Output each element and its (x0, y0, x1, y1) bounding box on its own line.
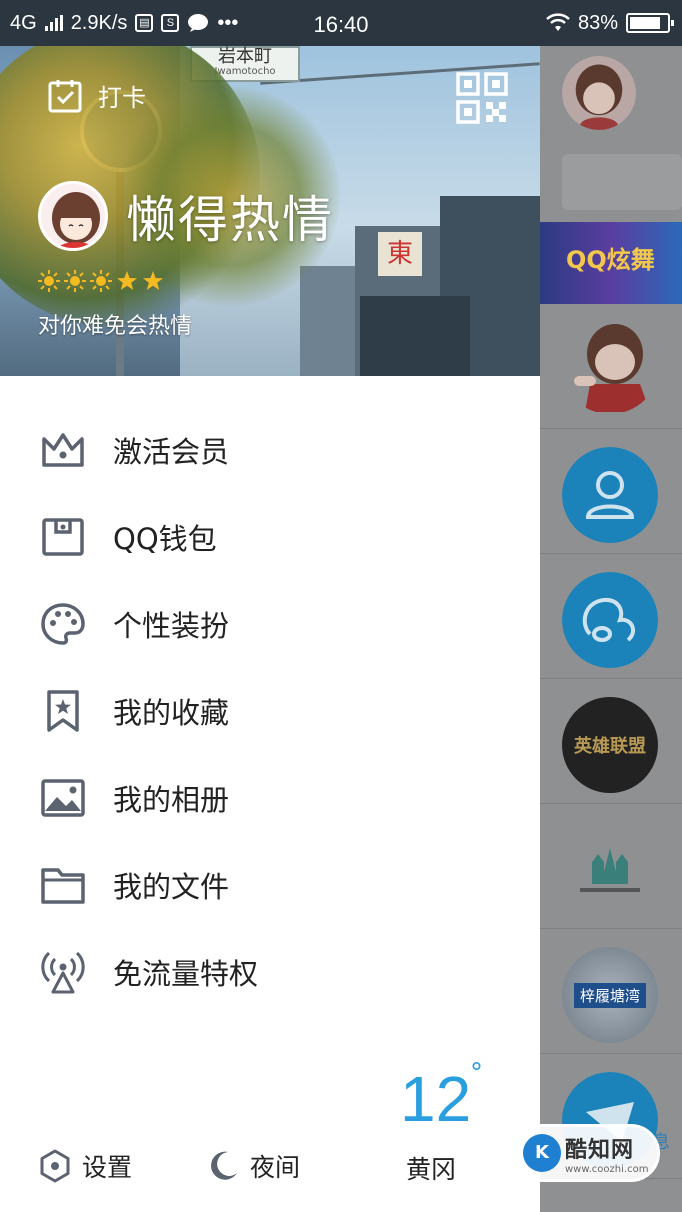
night-mode-button[interactable]: 夜间 (206, 1148, 300, 1184)
sun-icon (90, 270, 112, 292)
wifi-icon (546, 13, 570, 31)
menu-item-label: 激活会员 (113, 434, 230, 469)
sun-icon (38, 270, 60, 292)
wallet-icon (42, 517, 84, 556)
battery-icon (626, 13, 674, 33)
menu-item-label: 个性装扮 (113, 608, 230, 643)
folder-icon (41, 867, 85, 904)
menu-item-vip[interactable]: 激活会员 (0, 406, 540, 493)
palette-icon (41, 602, 85, 645)
watermark-logo: K (523, 1134, 561, 1172)
signal-icon (44, 15, 63, 31)
building-sign: 東 (378, 232, 422, 276)
list-item[interactable]: 英雄联盟 (540, 679, 682, 804)
contacts-group-icon (562, 447, 658, 543)
network-speed: 2.9K/s (70, 11, 128, 34)
settings-hexagon-icon (40, 1149, 70, 1183)
profile-header: 岩本町 Iwamotocho 東 打卡 懒得热情 对你难免会热情 (0, 46, 540, 376)
promo-banner[interactable]: QQ炫舞 (540, 222, 682, 304)
cartoon-girl-sticker-icon (574, 324, 650, 412)
cartoon-girl-avatar-icon (562, 56, 636, 130)
calendar-check-icon (48, 79, 82, 112)
moon-icon (211, 1151, 237, 1180)
list-item[interactable] (540, 804, 682, 929)
game-avatar-text: 英雄联盟 (574, 736, 646, 757)
list-item[interactable]: 梓履塘湾 (540, 929, 682, 1054)
list-item[interactable] (540, 429, 682, 554)
weather-degree: ° (470, 1058, 483, 1088)
level-badges[interactable] (38, 270, 164, 292)
cartoon-girl-avatar-icon (41, 184, 105, 248)
sun-icon (64, 270, 86, 292)
image-icon (41, 778, 85, 817)
menu-item-label: 我的收藏 (113, 695, 230, 730)
more-dots: ••• (217, 11, 239, 34)
drawer-menu: 激活会员 QQ钱包 个性装扮 我的收藏 我的相册 我的文件 免流量特权 (0, 376, 540, 1076)
network-type: 4G (10, 11, 37, 34)
message-bubble-icon (188, 14, 209, 32)
checkin-button[interactable]: 打卡 (48, 78, 146, 113)
group-chat-icon (562, 572, 658, 668)
menu-item-free-traffic[interactable]: 免流量特权 (0, 928, 540, 1015)
game-avatar: 英雄联盟 (562, 697, 658, 793)
search-box[interactable] (562, 154, 682, 210)
settings-button[interactable]: 设置 (38, 1148, 132, 1184)
s-app-icon: S (161, 14, 180, 32)
menu-item-theme[interactable]: 个性装扮 (0, 580, 540, 667)
site-watermark: K 酷知网 www.coozhi.com (512, 1124, 660, 1182)
night-mode-label: 夜间 (250, 1153, 301, 1182)
conversation-list-overlay[interactable]: QQ炫舞 英雄联盟 梓履塘湾 (540, 46, 682, 1212)
weather-temperature: 12 (400, 1063, 472, 1135)
list-item (540, 46, 682, 146)
promo-banner-text: QQ炫舞 (566, 246, 655, 274)
drawer-footer: 设置 夜间 12 ° 黄冈 (0, 1058, 540, 1212)
list-item[interactable] (540, 554, 682, 679)
menu-item-wallet[interactable]: QQ钱包 (0, 493, 540, 580)
list-item[interactable] (540, 304, 682, 429)
antenna-icon (41, 951, 85, 993)
battery-fill (630, 17, 660, 29)
status-left: 4G 2.9K/s ▤ S ••• (10, 0, 238, 46)
crown-icon (42, 432, 84, 467)
building-shape (360, 296, 470, 376)
menu-item-label: 我的相册 (113, 782, 230, 817)
castle-icon (562, 822, 658, 918)
nickname: 懒得热情 (126, 191, 334, 249)
menu-item-label: 我的文件 (113, 869, 230, 904)
qr-code-icon[interactable] (456, 72, 508, 124)
watermark-url: www.coozhi.com (565, 1163, 649, 1175)
menu-item-files[interactable]: 我的文件 (0, 841, 540, 928)
watermark-name: 酷知网 (565, 1137, 635, 1163)
star-icon (117, 271, 137, 290)
status-right: 83% (546, 0, 674, 46)
photo-avatar: 梓履塘湾 (562, 947, 658, 1043)
profile-block[interactable]: 懒得热情 (38, 180, 334, 252)
checkin-label: 打卡 (98, 84, 146, 112)
menu-item-album[interactable]: 我的相册 (0, 754, 540, 841)
sim-icon: ▤ (135, 14, 154, 32)
menu-item-label: 免流量特权 (113, 956, 259, 991)
signature-text[interactable]: 对你难免会热情 (38, 308, 192, 340)
avatar[interactable] (38, 181, 108, 251)
menu-item-label: QQ钱包 (113, 521, 217, 556)
photo-avatar-text: 梓履塘湾 (573, 982, 646, 1008)
status-bar: 4G 2.9K/s ▤ S ••• 16:40 83% (0, 0, 682, 46)
battery-percent: 83% (577, 11, 618, 34)
star-icon (143, 271, 163, 290)
bookmark-star-icon (47, 689, 79, 732)
menu-item-favorites[interactable]: 我的收藏 (0, 667, 540, 754)
settings-label: 设置 (82, 1153, 133, 1182)
weather-city: 黄冈 (406, 1155, 457, 1184)
